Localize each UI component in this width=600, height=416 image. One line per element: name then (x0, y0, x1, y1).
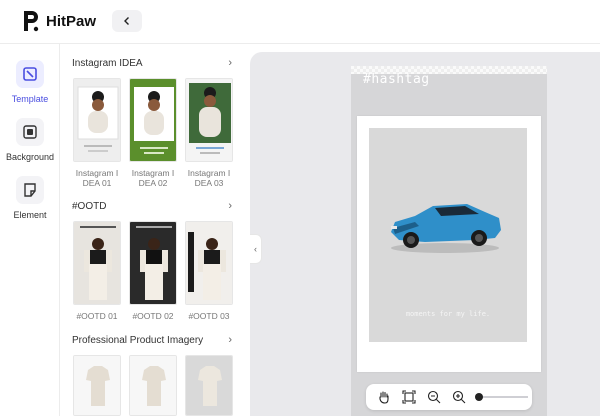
rail-label-template: Template (11, 94, 49, 104)
back-button[interactable] (112, 10, 142, 32)
template-thumb-ootd-01[interactable] (73, 221, 121, 305)
photo-area: moments for my life. (369, 128, 527, 342)
chevron-left-icon (124, 17, 129, 25)
thumb-caption: #OOTD 03 (188, 311, 230, 321)
thumb-caption: Instagram I DEA 01 (75, 168, 119, 188)
zoom-in-button[interactable] (449, 387, 469, 407)
logo: HitPaw (22, 9, 96, 33)
rail-label-background: Background (5, 152, 55, 162)
template-thumb-ootd-03[interactable] (185, 221, 233, 305)
section-header-ootd[interactable]: #OOTD › (72, 200, 232, 212)
element-icon (16, 176, 44, 204)
hashtag-text[interactable]: #hashtag (363, 72, 430, 87)
chevron-right-icon: › (228, 200, 232, 212)
zoom-out-icon (427, 390, 441, 404)
template-thumb-product-01[interactable] (73, 355, 121, 416)
thumb-caption: Instagram I DEA 03 (187, 168, 231, 188)
template-thumb-instagram-idea-01[interactable] (73, 78, 121, 162)
zoom-in-icon (452, 390, 466, 404)
template-thumb-product-03[interactable] (185, 355, 233, 416)
rail-label-element: Element (13, 210, 47, 220)
template-thumb-instagram-idea-03[interactable] (185, 78, 233, 162)
app-name: HitPaw (46, 12, 97, 30)
template-thumb-instagram-idea-02[interactable] (129, 78, 177, 162)
fit-screen-button[interactable] (399, 387, 419, 407)
section-title: Instagram IDEA (72, 57, 143, 69)
background-icon (16, 118, 44, 146)
section-title: #OOTD (72, 200, 107, 212)
photo-frame[interactable]: moments for my life. (357, 116, 541, 372)
rail-item-template[interactable]: Template (0, 60, 60, 104)
tool-rail: Template Background Element (0, 44, 60, 416)
template-panel: Instagram IDEA › Instagram I DEA 01 Insta… (60, 44, 250, 416)
fit-screen-icon (402, 390, 416, 404)
thumb-caption: #OOTD 01 (76, 311, 118, 321)
chevron-right-icon: › (228, 334, 232, 346)
rail-item-element[interactable]: Element (0, 176, 60, 220)
zoom-out-button[interactable] (424, 387, 444, 407)
hand-tool-button[interactable] (374, 387, 394, 407)
top-bar: HitPaw (0, 0, 600, 44)
moments-caption[interactable]: moments for my life. (369, 310, 527, 318)
collapse-panel-button[interactable]: ‹ (250, 234, 262, 264)
section-title: Professional Product Imagery (72, 334, 204, 346)
section-header-product-imagery[interactable]: Professional Product Imagery › (72, 334, 232, 346)
hand-icon (379, 391, 389, 404)
thumb-caption: #OOTD 02 (132, 311, 174, 321)
rail-item-background[interactable]: Background (0, 118, 60, 162)
chevron-left-icon: ‹ (254, 244, 257, 254)
section-header-instagram-idea[interactable]: Instagram IDEA › (72, 57, 232, 69)
thumb-caption: Instagram I DEA 02 (131, 168, 175, 188)
artboard[interactable]: #hashtag moments for my life. (351, 66, 547, 416)
chevron-right-icon: › (228, 57, 232, 69)
template-thumb-product-02[interactable] (129, 355, 177, 416)
zoom-toolbar (366, 384, 532, 410)
zoom-slider[interactable] (474, 393, 528, 401)
car-image[interactable] (385, 196, 505, 256)
hitpaw-logo-icon (24, 11, 39, 32)
zoom-slider-handle[interactable] (474, 393, 483, 401)
template-thumb-ootd-02[interactable] (129, 221, 177, 305)
template-icon (16, 60, 44, 88)
